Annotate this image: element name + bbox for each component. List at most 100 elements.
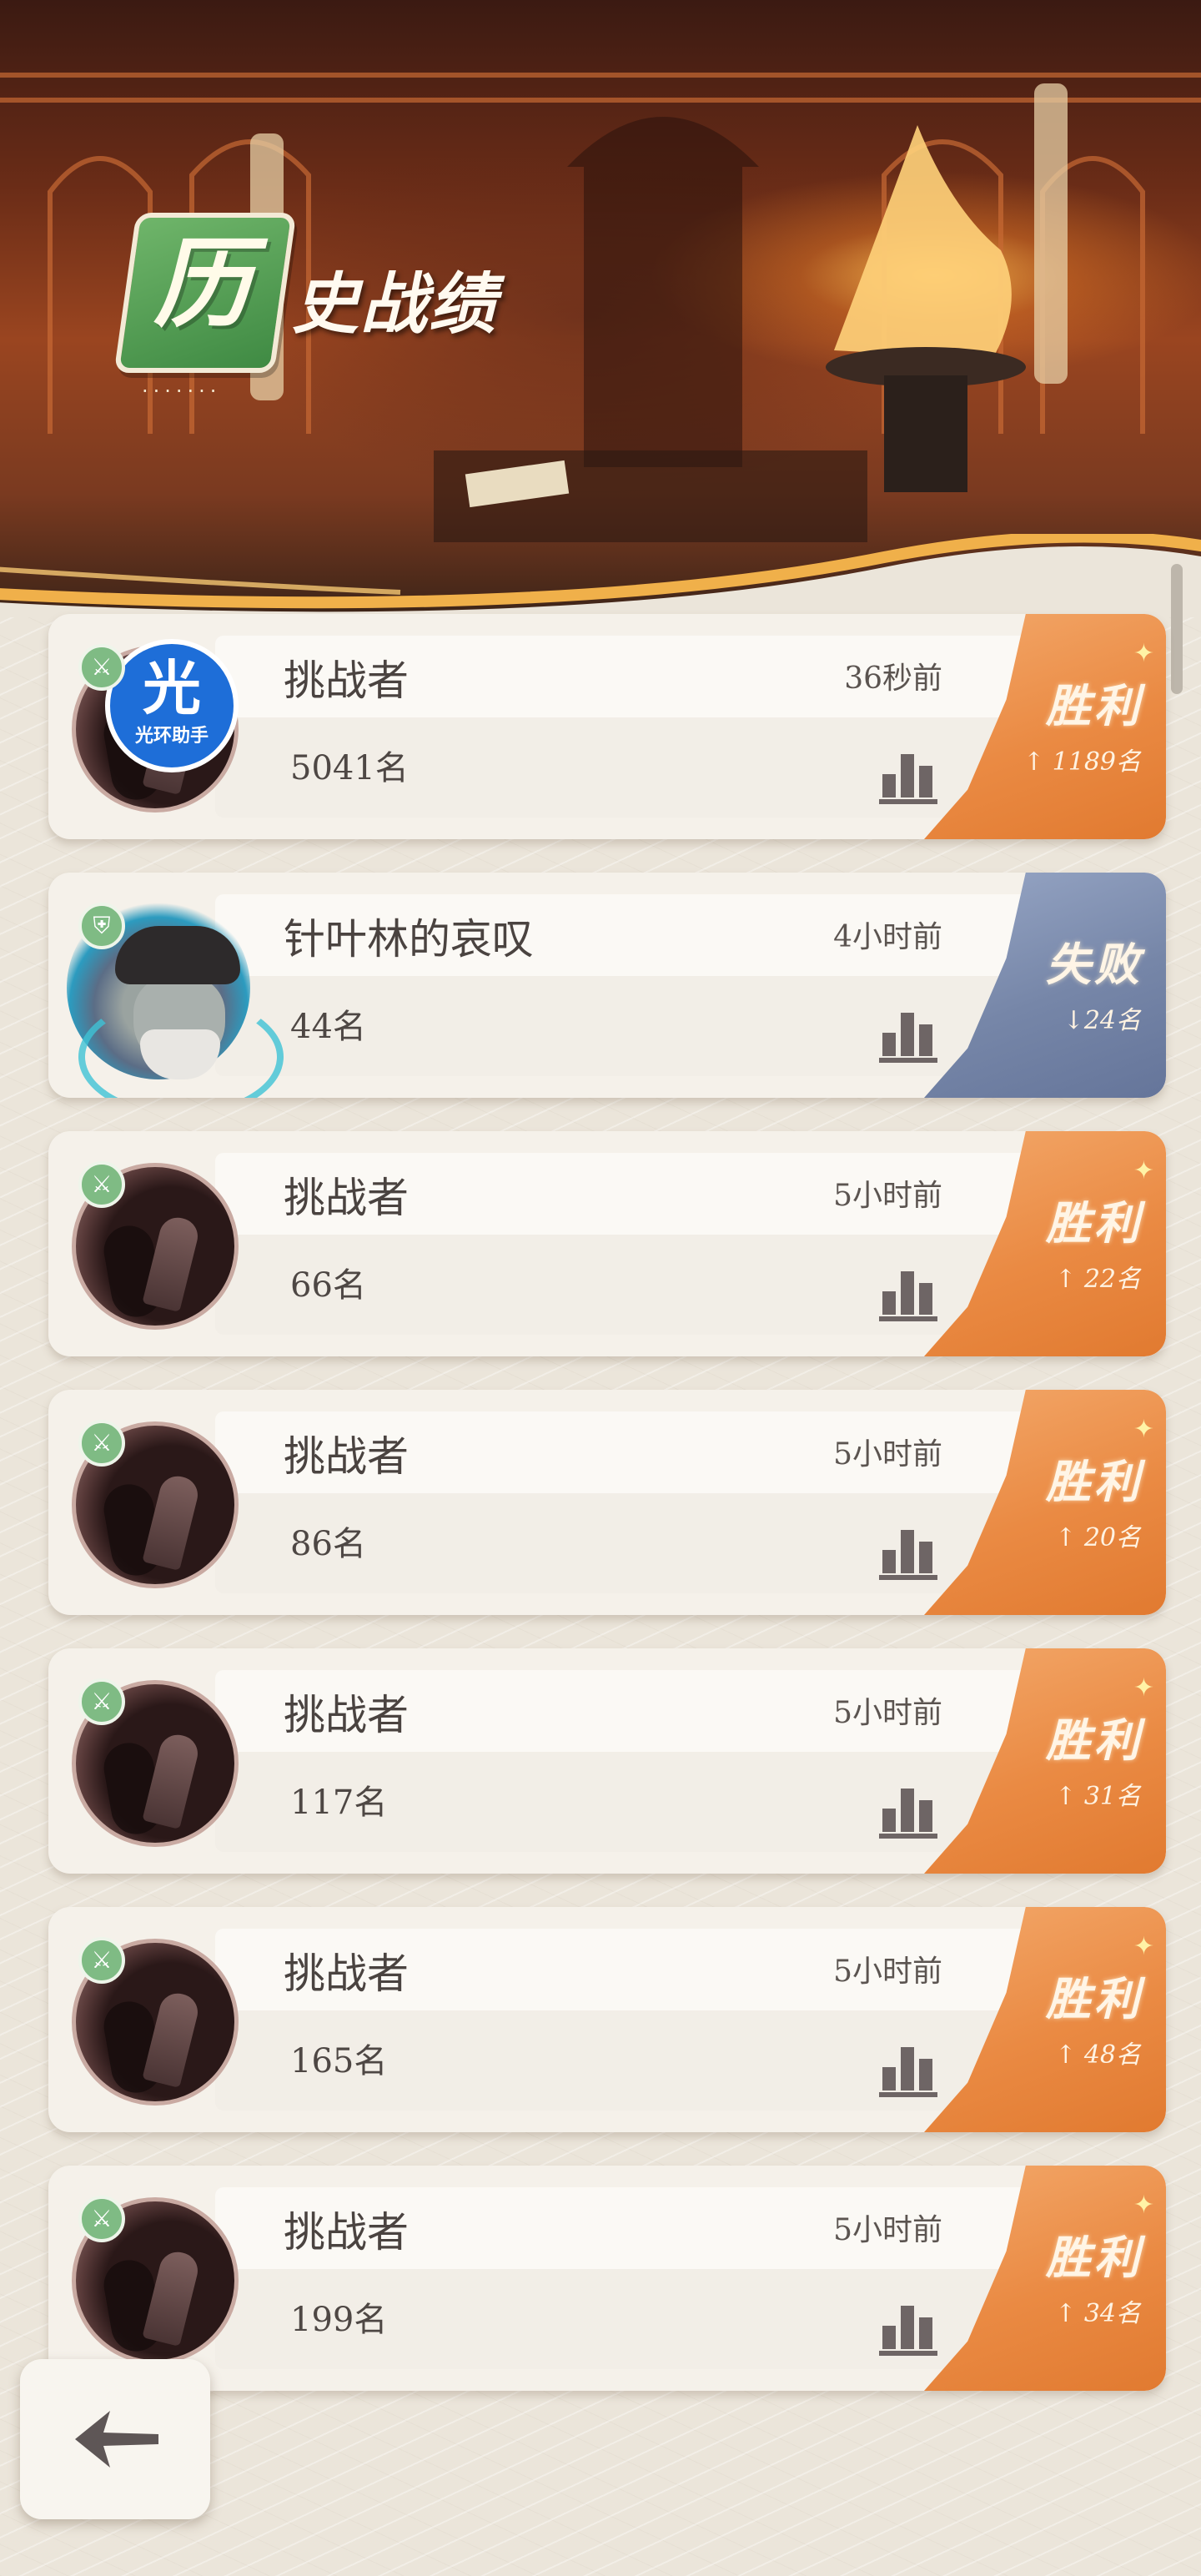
opponent-name: 挑战者: [284, 1174, 409, 1222]
brand-logo-text: 光环助手: [134, 726, 209, 747]
bar-chart-bar: [882, 2067, 896, 2090]
bar-chart-bar: [901, 2047, 914, 2090]
avatar-hood: [142, 1214, 202, 1312]
bar-chart-bar: [901, 1013, 914, 1056]
stats-button[interactable]: [879, 1266, 937, 1321]
stats-button[interactable]: [879, 2301, 937, 2356]
bar-chart-bar: [901, 754, 914, 797]
back-arrow-icon: [75, 2411, 158, 2468]
avatar-hood: [142, 1731, 202, 1829]
rank-change: ↑ 22名: [1055, 1265, 1141, 1294]
stats-button[interactable]: [879, 1784, 937, 1839]
stats-button[interactable]: [879, 1008, 937, 1063]
rank-value: 165名: [290, 2042, 388, 2080]
sword-badge-icon: ⚔: [78, 1937, 125, 1984]
sparkle-icon: ✦: [1133, 1156, 1154, 1185]
result-label: 胜利: [1046, 679, 1143, 732]
bar-chart-base: [879, 799, 937, 804]
opponent-name: 挑战者: [284, 1691, 409, 1739]
time-ago: 5小时前: [833, 1179, 942, 1213]
bar-chart-bar: [901, 1530, 914, 1573]
sword-badge-icon: ⚔: [78, 644, 125, 691]
rank-change: ↓24名: [1063, 1006, 1141, 1035]
rank-value: 86名: [290, 1525, 366, 1563]
rank-change: ↑ 20名: [1055, 1523, 1141, 1552]
opponent-name: 挑战者: [284, 657, 409, 705]
rank-value: 117名: [290, 1784, 388, 1822]
stats-button[interactable]: [879, 749, 937, 804]
avatar-hood: [142, 1990, 202, 2088]
title-text: 史战绩: [292, 264, 497, 343]
bar-chart-bar: [882, 1550, 896, 1573]
bar-chart-base: [879, 1834, 937, 1839]
opponent-name: 挑战者: [284, 2208, 409, 2257]
opponent-name: 挑战者: [284, 1950, 409, 1998]
title-badge-char: 历: [153, 225, 252, 341]
bar-chart-bar: [919, 1542, 932, 1573]
sparkle-icon: ✦: [1133, 639, 1154, 668]
record-card[interactable]: 光 光环助手 ⚔ 挑战者 5041名 36秒前 ✦ 胜利 ↑ 1189名: [48, 614, 1166, 839]
record-card[interactable]: ⚔ 挑战者 165名 5小时前 ✦ 胜利 ↑ 48名: [48, 1907, 1166, 2132]
sparkle-icon: ✦: [1133, 2191, 1154, 2220]
stats-button[interactable]: [879, 1525, 937, 1580]
back-button[interactable]: [20, 2359, 210, 2519]
rank-value: 44名: [290, 1008, 366, 1046]
bar-chart-base: [879, 2092, 937, 2097]
sparkle-icon: ✦: [1133, 1673, 1154, 1703]
time-ago: 4小时前: [833, 920, 942, 954]
time-ago: 5小时前: [833, 1955, 942, 1989]
bar-chart-bar: [919, 2317, 932, 2349]
sparkle-icon: ✦: [1133, 1415, 1154, 1444]
record-card[interactable]: ⚔ 挑战者 86名 5小时前 ✦ 胜利 ↑ 20名: [48, 1390, 1166, 1615]
rank-change: ↑ 31名: [1055, 1782, 1141, 1811]
bar-chart-bar: [919, 1283, 932, 1315]
header-divider-curve: [0, 534, 1201, 617]
scrollbar[interactable]: [1171, 564, 1183, 694]
record-card[interactable]: ⛨ 针叶林的哀叹 44名 4小时前 失败 ↓24名: [48, 873, 1166, 1098]
bar-chart-bar: [882, 1291, 896, 1315]
rank-change: ↑ 34名: [1055, 2299, 1141, 2328]
result-label: 胜利: [1046, 2231, 1143, 2284]
bar-chart-bar: [882, 774, 896, 797]
header-banner: 历 史战绩 ·······: [0, 0, 1201, 617]
sword-badge-icon: ⚔: [78, 2196, 125, 2242]
shield-badge-icon: ⛨: [78, 903, 125, 949]
opponent-name: 针叶林的哀叹: [284, 915, 534, 963]
sword-badge-icon: ⚔: [78, 1161, 125, 1208]
bar-chart-bar: [919, 766, 932, 797]
bar-chart-bar: [882, 1033, 896, 1056]
time-ago: 5小时前: [833, 1437, 942, 1472]
bar-chart-base: [879, 1316, 937, 1321]
record-card[interactable]: ⚔ 挑战者 117名 5小时前 ✦ 胜利 ↑ 31名: [48, 1648, 1166, 1874]
bar-chart-bar: [919, 1800, 932, 1832]
result-label: 胜利: [1046, 1196, 1143, 1250]
time-ago: 36秒前: [844, 662, 942, 696]
bar-chart-bar: [882, 1809, 896, 1832]
opponent-name: 挑战者: [284, 1432, 409, 1481]
bar-chart-bar: [901, 2306, 914, 2349]
result-label: 胜利: [1046, 1455, 1143, 1508]
bar-chart-base: [879, 1058, 937, 1063]
sword-badge-icon: ⚔: [78, 1420, 125, 1467]
rank-value: 66名: [290, 1266, 366, 1305]
avatar-hood: [142, 2248, 202, 2347]
bar-chart-base: [879, 2351, 937, 2356]
title-dots: ·······: [142, 380, 222, 403]
rank-change: ↑ 48名: [1055, 2040, 1141, 2070]
sword-badge-icon: ⚔: [78, 1678, 125, 1725]
avatar-hat: [115, 926, 240, 984]
bar-chart-bar: [901, 1789, 914, 1832]
brand-logo-char: 光: [143, 654, 201, 722]
sparkle-icon: ✦: [1133, 1932, 1154, 1961]
rank-value: 5041名: [290, 749, 409, 787]
time-ago: 5小时前: [833, 1696, 942, 1730]
brand-logo: 光 光环助手: [105, 639, 239, 772]
record-card[interactable]: ⚔ 挑战者 66名 5小时前 ✦ 胜利 ↑ 22名: [48, 1131, 1166, 1356]
bar-chart-bar: [901, 1271, 914, 1315]
result-label: 胜利: [1046, 1713, 1143, 1767]
stats-button[interactable]: [879, 2042, 937, 2097]
bar-chart-bar: [919, 2059, 932, 2090]
rank-change: ↑ 1189名: [1023, 747, 1141, 777]
record-card[interactable]: ⚔ 挑战者 199名 5小时前 ✦ 胜利 ↑ 34名: [48, 2166, 1166, 2391]
avatar-hood: [142, 1472, 202, 1571]
